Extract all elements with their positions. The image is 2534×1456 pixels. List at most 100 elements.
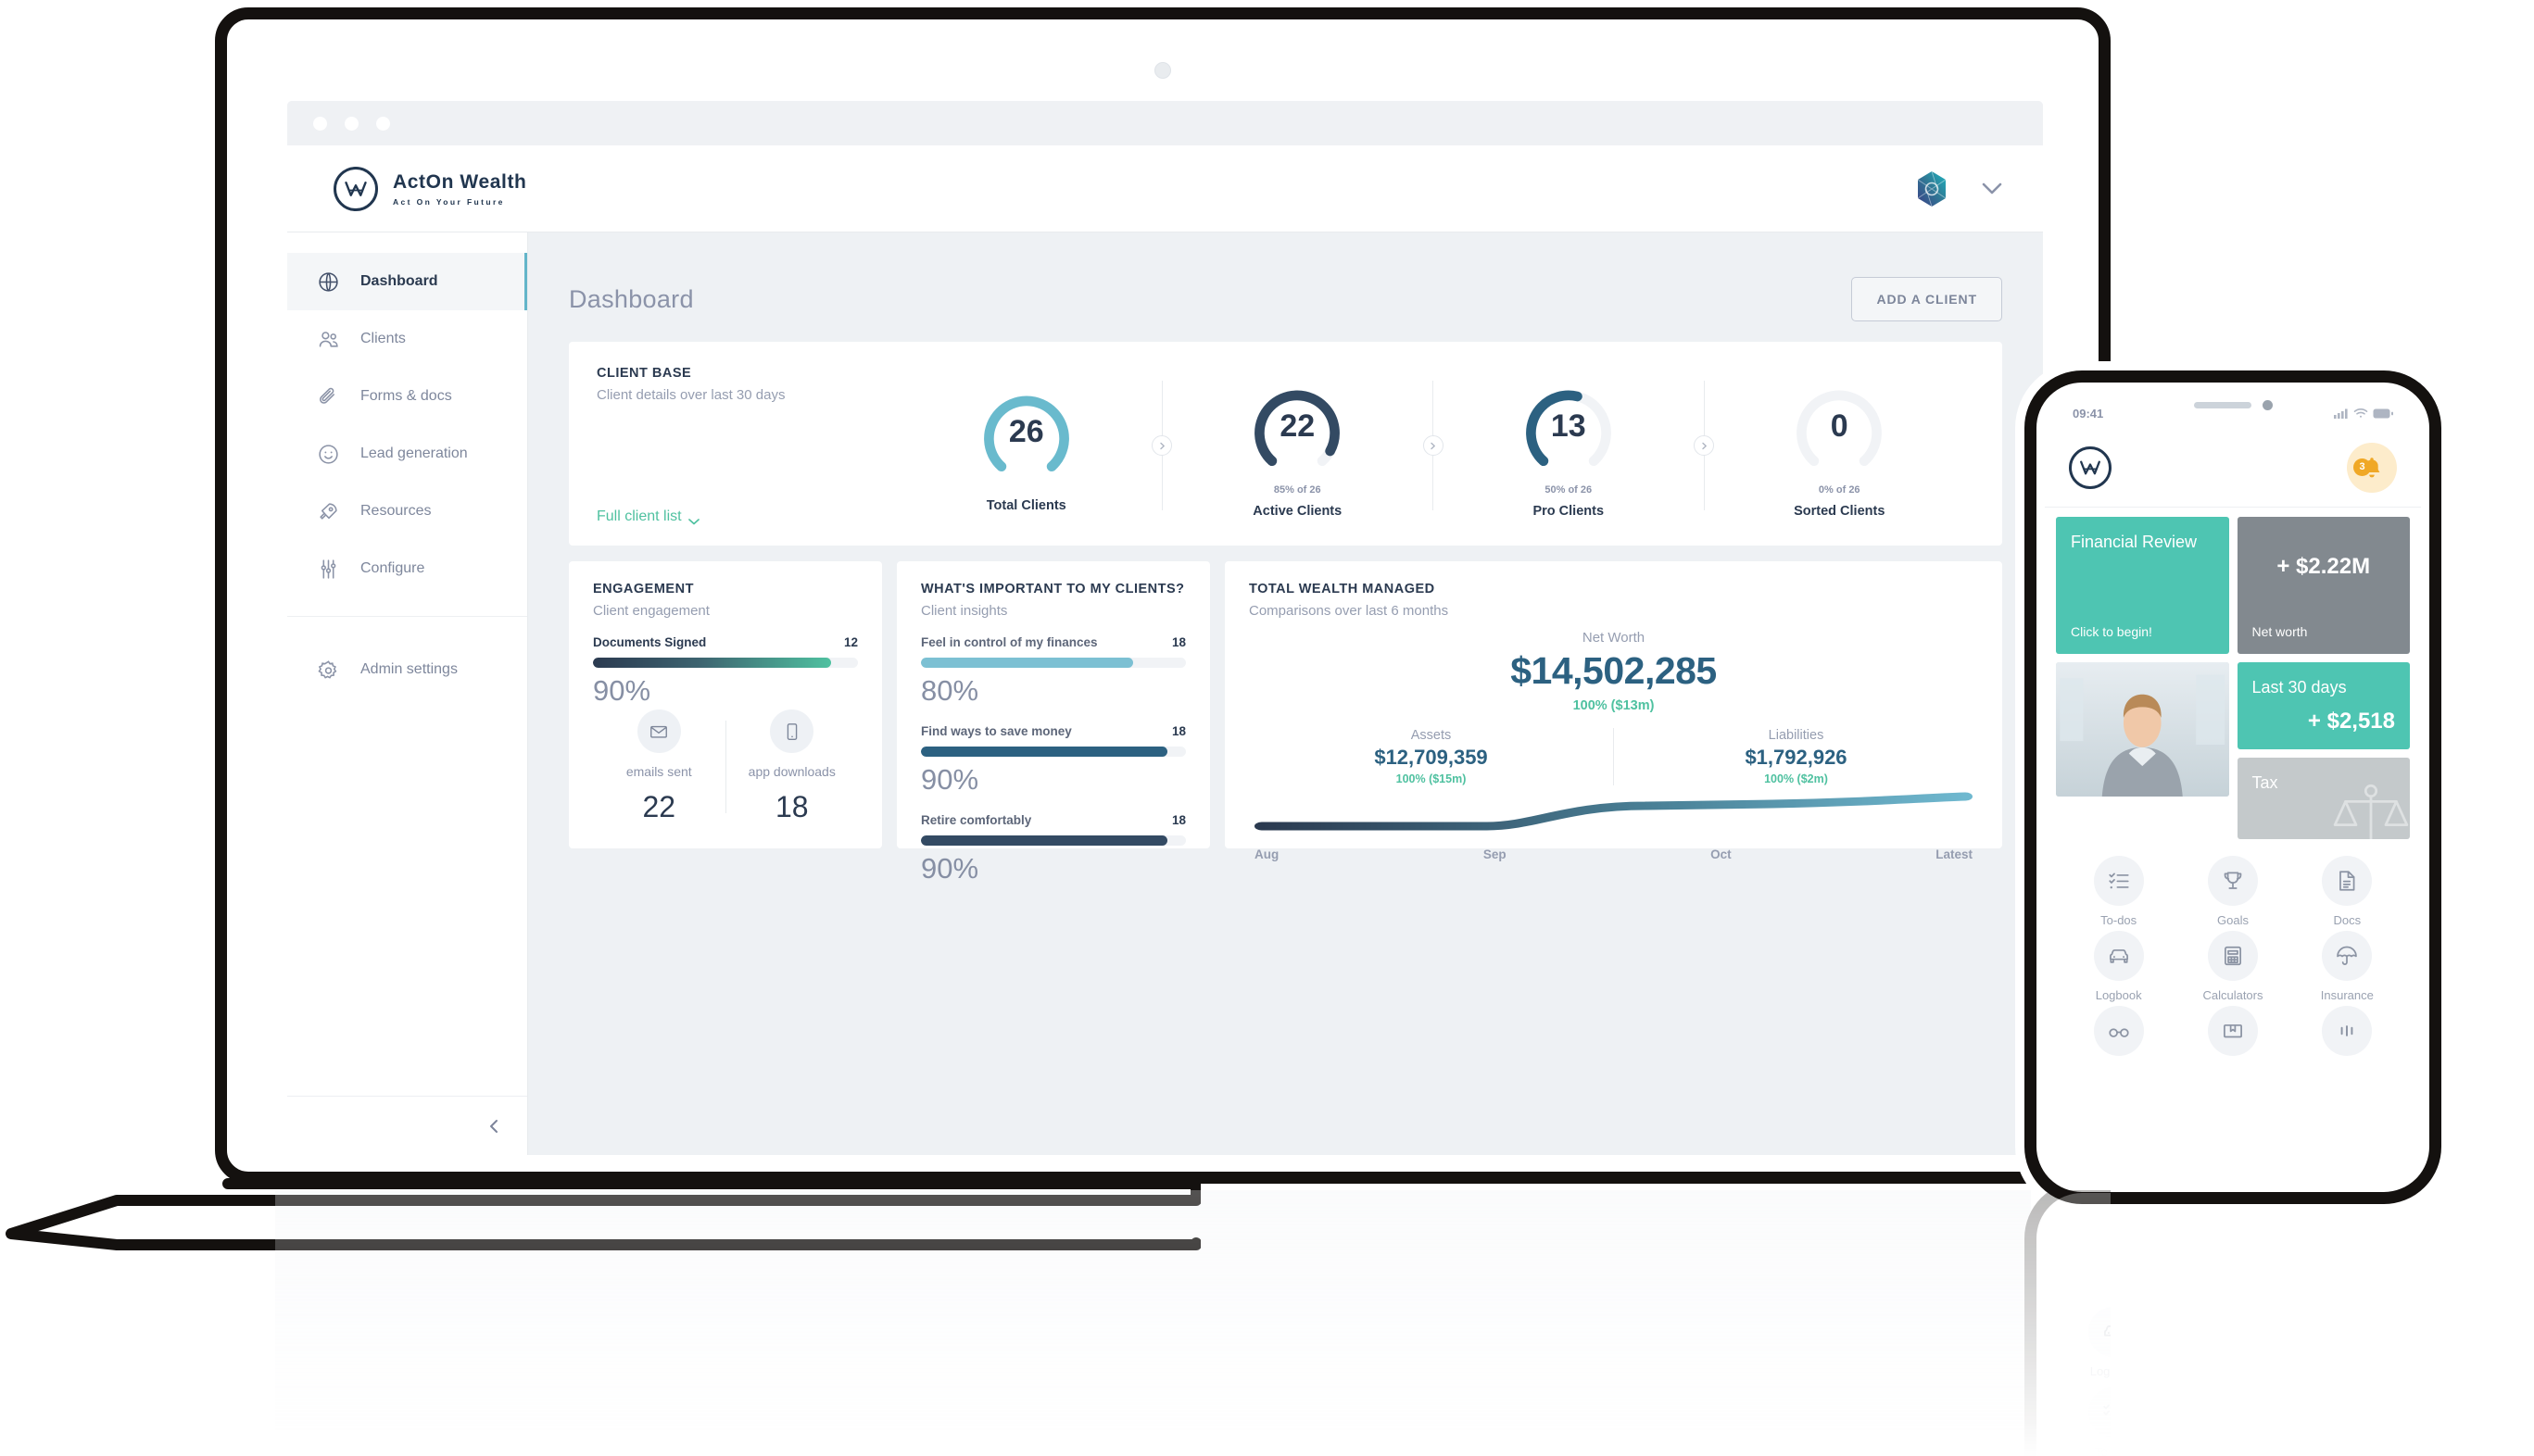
- phone-brand-mark-icon[interactable]: [2069, 446, 2112, 489]
- more-icon: [2322, 1006, 2373, 1056]
- advisor-photo[interactable]: [2056, 662, 2229, 797]
- phone-front-camera-icon: [2262, 399, 2273, 410]
- progress-percent: 90%: [921, 763, 979, 796]
- stat-value: 22: [642, 790, 676, 823]
- tile-value: + $2.22M: [2276, 554, 2371, 579]
- engagement-progress-block: Documents Signed 12 90%: [593, 635, 858, 708]
- shortcut-label: Logbook: [2089, 1364, 2111, 1378]
- sidebar-footer: [287, 1096, 527, 1155]
- donut-total-clients[interactable]: 26 Total Clients: [891, 379, 1162, 513]
- paperclip-icon: [317, 385, 340, 408]
- assets-liabilities-row: Assets $12,709,359 100% ($15m) Liabiliti…: [1249, 728, 1978, 785]
- donut-sorted-clients[interactable]: 0 0% of 26 Sorted Clients: [1705, 373, 1975, 519]
- stat-label: app downloads: [748, 764, 836, 779]
- shortcut-calculators[interactable]: Calculators: [2175, 931, 2289, 1002]
- sidebar-item-dashboard[interactable]: Dashboard: [287, 253, 527, 310]
- sidebar-item-resources[interactable]: Resources: [287, 483, 527, 540]
- phone-shortcut-grid: To-dos Goals Docs Logbook Calculators In…: [2045, 839, 2421, 1063]
- sidebar-collapse-chevron-left-icon[interactable]: [486, 1117, 501, 1136]
- wifi-icon: [2353, 408, 2368, 418]
- notifications-button[interactable]: 3: [2347, 442, 2397, 493]
- rocket-icon: [317, 500, 340, 523]
- shortcut-more[interactable]: [2290, 1006, 2404, 1063]
- page-title: Dashboard: [569, 284, 694, 313]
- shortcut-glasses[interactable]: [2061, 1006, 2175, 1063]
- sidebar-nav-primary: Dashboard Clients Forms & docs Lead gene…: [287, 232, 527, 597]
- browser-close-dot[interactable]: [313, 116, 327, 131]
- calculator-icon: [2207, 931, 2258, 981]
- sidebar-item-label: Forms & docs: [360, 388, 452, 404]
- shortcut-book[interactable]: [2175, 1006, 2289, 1063]
- tile-net-worth[interactable]: + $2.22M Net worth: [2237, 517, 2410, 654]
- screenshot-stage: ActOn Wealth Act On Your Future Dashboar…: [0, 0, 2534, 1456]
- full-client-list-link[interactable]: Full client list: [597, 508, 891, 525]
- brand-tagline: Act On Your Future: [393, 196, 505, 207]
- reflection-shortcut: Logbook: [2053, 1307, 2111, 1378]
- shortcut-docs[interactable]: Docs: [2290, 856, 2404, 927]
- shortcut-goals[interactable]: Goals: [2175, 856, 2289, 927]
- engagement-card: ENGAGEMENT Client engagement Documents S…: [569, 561, 882, 848]
- progress-fill: [921, 835, 1167, 846]
- browser-window: ActOn Wealth Act On Your Future Dashboar…: [287, 101, 2043, 1155]
- donut-next-chevron-right-icon[interactable]: [1694, 435, 1714, 456]
- liabilities-value: $1,792,926: [1745, 746, 1847, 769]
- shortcut-insurance[interactable]: Insurance: [2290, 931, 2404, 1002]
- net-worth-delta: 100% ($13m): [1572, 698, 1655, 713]
- tile-value: + $2,518: [2307, 709, 2395, 734]
- glasses-icon: [2093, 1006, 2144, 1056]
- sparkline-x-axis: Aug Sep Oct Latest: [1249, 847, 1978, 861]
- engagement-mini-stats: emails sent 22 app downloads 18: [593, 709, 858, 828]
- tile-subtitle: Click to begin!: [2071, 624, 2152, 639]
- sidebar-item-configure[interactable]: Configure: [287, 540, 527, 597]
- car-icon: [2093, 931, 2144, 981]
- net-worth-value: $14,502,285: [1510, 649, 1717, 692]
- donut-percent: 0% of 26: [1818, 483, 1860, 496]
- donut-active-clients[interactable]: 22 85% of 26 Active Clients: [1163, 373, 1433, 519]
- client-base-kicker: CLIENT BASE: [597, 366, 692, 381]
- donut-ring: 13: [1515, 373, 1622, 481]
- progress-label: Feel in control of my finances: [921, 635, 1098, 649]
- account-chevron-down-icon[interactable]: [1982, 182, 2002, 195]
- cellular-icon: [2334, 408, 2348, 419]
- x-tick-label: Sep: [1482, 847, 1507, 861]
- chevron-down-icon: [687, 513, 700, 525]
- car-icon: [2087, 1307, 2111, 1357]
- app-switcher-icon[interactable]: [1913, 169, 1950, 209]
- donut-ring: 0: [1785, 373, 1893, 481]
- umbrella-icon: [2322, 931, 2373, 981]
- donut-next-chevron-right-icon[interactable]: [1422, 435, 1443, 456]
- sidebar-item-lead-generation[interactable]: Lead generation: [287, 425, 527, 483]
- donut-label: Pro Clients: [1532, 503, 1605, 519]
- smiley-icon: [317, 443, 340, 466]
- stat-emails-sent: emails sent 22: [593, 709, 725, 824]
- brand-logo[interactable]: ActOn Wealth Act On Your Future: [315, 166, 527, 211]
- x-tick-label: Oct: [1710, 847, 1732, 861]
- browser-maximize-dot[interactable]: [376, 116, 390, 131]
- tile-tax[interactable]: Tax: [2237, 758, 2410, 839]
- sidebar-item-forms-and-docs[interactable]: Forms & docs: [287, 368, 527, 425]
- insight-bar-3: Retire comfortably 18 90%: [921, 813, 1186, 885]
- browser-minimize-dot[interactable]: [345, 116, 359, 131]
- shortcut-logbook[interactable]: Logbook: [2061, 931, 2175, 1002]
- donut-ring: 26: [973, 379, 1080, 486]
- tile-financial-review[interactable]: Financial Review Click to begin!: [2056, 517, 2229, 654]
- sidebar-item-clients[interactable]: Clients: [287, 310, 527, 368]
- progress-track: [921, 835, 1186, 846]
- progress-count: 18: [1171, 635, 1186, 649]
- donut-label: Active Clients: [1253, 503, 1343, 519]
- net-worth-sparkline-chart: Aug Sep Oct Latest: [1249, 785, 1978, 861]
- add-a-client-button[interactable]: ADD A CLIENT: [1851, 277, 2002, 321]
- liabilities-block: Liabilities $1,792,926 100% ($2m): [1614, 728, 1978, 785]
- brand-mark-icon: [334, 166, 378, 211]
- insights-kicker: WHAT'S IMPORTANT TO MY CLIENTS?: [921, 582, 1185, 596]
- reflection-shortcut: To-dos: [2053, 1387, 2111, 1456]
- shortcut-label: Goals: [2217, 913, 2249, 927]
- tile-last-30-days[interactable]: Last 30 days + $2,518: [2237, 662, 2410, 749]
- progress-fill: [921, 747, 1167, 757]
- shortcut-to-dos[interactable]: To-dos: [2061, 856, 2175, 927]
- client-base-card: CLIENT BASE Client details over last 30 …: [569, 342, 2002, 546]
- donut-pro-clients[interactable]: 13 50% of 26 Pro Clients: [1433, 373, 1704, 519]
- sidebar-item-admin-settings[interactable]: Admin settings: [287, 641, 527, 698]
- donut-next-chevron-right-icon[interactable]: [1152, 435, 1172, 456]
- laptop-camera: [1154, 62, 1171, 79]
